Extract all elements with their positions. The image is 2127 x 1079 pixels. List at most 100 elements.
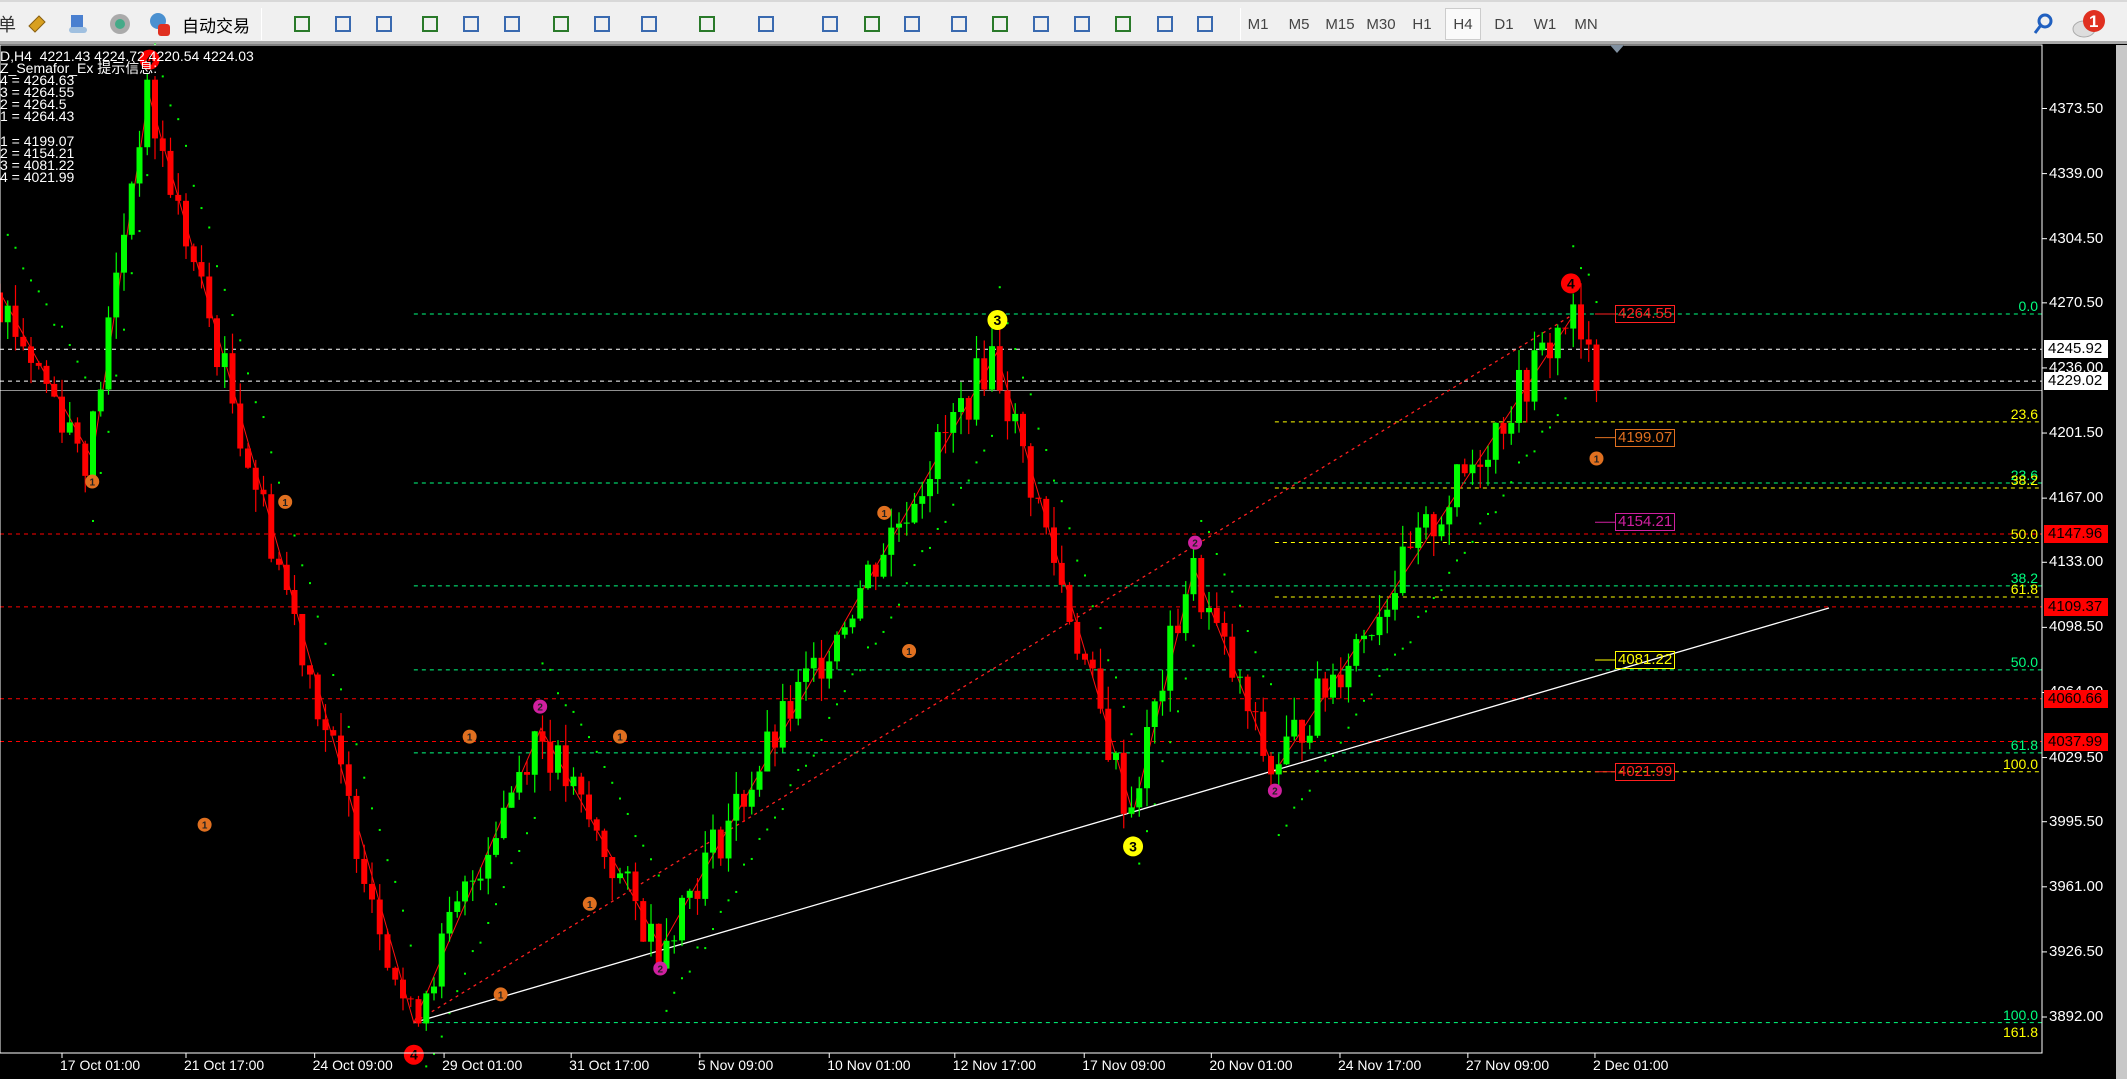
- candle-body: [865, 564, 871, 589]
- price-axis-label: 4339.00: [2049, 164, 2104, 182]
- sar-dot: [1587, 273, 1590, 276]
- sar-dot: [200, 207, 203, 210]
- candle-body: [128, 183, 135, 235]
- candle-body: [1330, 674, 1336, 698]
- sar-dot: [626, 812, 629, 815]
- sar-dot: [797, 768, 800, 771]
- trendline: [413, 313, 1575, 1024]
- sar-dot: [572, 710, 575, 713]
- candle-body: [717, 829, 724, 859]
- sar-dot: [1425, 610, 1427, 613]
- sar-dot: [805, 764, 807, 767]
- sar-dot: [882, 630, 885, 633]
- sar-dot: [867, 646, 869, 649]
- candle-body: [1361, 635, 1367, 640]
- sar-dot: [929, 546, 931, 549]
- price-label-box: 4199.07: [1615, 428, 1676, 447]
- candle-body: [1283, 736, 1290, 765]
- time-axis-label: 20 Nov 01:00: [1209, 1057, 1293, 1073]
- candle-body: [1268, 755, 1274, 775]
- candle-body: [1353, 639, 1360, 666]
- sar-dot: [30, 279, 32, 282]
- sar-dot: [1254, 651, 1257, 654]
- sar-dot: [1022, 376, 1024, 379]
- price-axis-label: 4373.50: [2049, 99, 2104, 117]
- candle-body: [609, 857, 616, 879]
- sar-dot: [293, 534, 296, 537]
- candle-body: [1306, 735, 1313, 743]
- candle-body: [1423, 514, 1429, 528]
- sar-dot: [727, 899, 730, 902]
- sar-dot: [223, 288, 226, 291]
- price-axis-label: 3892.00: [2049, 1008, 2104, 1025]
- sar-dot: [1177, 710, 1179, 713]
- candle-body: [1229, 636, 1236, 678]
- chart-frame: [0, 44, 2043, 1054]
- sar-dot: [1076, 559, 1079, 562]
- sar-dot: [611, 781, 614, 784]
- candle-body: [1578, 304, 1584, 340]
- candle-body: [593, 819, 600, 831]
- candle-body: [950, 412, 957, 433]
- candle-body: [190, 246, 197, 263]
- candle-body: [531, 731, 538, 775]
- time-axis-label: 10 Nov 01:00: [827, 1057, 911, 1073]
- candle-body: [82, 443, 89, 476]
- fib-level-label: 50.0: [2010, 526, 2038, 543]
- sar-dot: [1440, 589, 1443, 592]
- candle-body: [353, 795, 360, 859]
- candle-body: [221, 353, 228, 368]
- sar-dot: [169, 104, 172, 107]
- candle-body: [1097, 668, 1104, 709]
- sar-dot: [657, 874, 660, 877]
- sar-dot: [619, 797, 621, 800]
- candle-body: [748, 789, 755, 807]
- candle-body: [1128, 807, 1135, 814]
- sar-dot: [1060, 500, 1063, 503]
- sar-dot: [983, 449, 986, 452]
- sar-dot: [936, 527, 939, 530]
- candle-body: [144, 79, 151, 148]
- candle-body: [1291, 719, 1298, 737]
- time-axis-label: 27 Nov 09:00: [1465, 1057, 1550, 1073]
- sar-dot: [564, 704, 567, 707]
- sar-dot: [774, 816, 776, 819]
- candle-body: [1151, 701, 1158, 728]
- price-axis-label: 4304.50: [2049, 229, 2104, 247]
- sar-dot: [712, 928, 714, 931]
- sar-dot: [1308, 789, 1311, 792]
- candle-body: [369, 883, 375, 900]
- candle-body: [1043, 498, 1050, 528]
- semafor-marker-number: 1: [89, 478, 95, 489]
- candle-body: [59, 396, 65, 433]
- candle-body: [175, 194, 182, 201]
- sar-dot: [642, 844, 645, 847]
- sar-dot: [1347, 726, 1350, 729]
- sar-dot: [464, 972, 466, 975]
- sar-dot: [14, 246, 17, 249]
- sar-dot: [355, 743, 358, 746]
- candle-body: [679, 897, 685, 941]
- candle-body: [152, 79, 158, 139]
- candle-body: [803, 668, 809, 682]
- sar-dot: [588, 736, 590, 739]
- candle-body: [1144, 727, 1150, 789]
- candle-body: [1477, 464, 1484, 467]
- sar-dot: [650, 858, 652, 861]
- candle-body: [896, 523, 902, 528]
- candle-body: [446, 911, 453, 934]
- semafor-marker-number: 4: [1567, 275, 1575, 291]
- sar-dot: [378, 828, 381, 831]
- fib-level-label: 61.8: [2010, 580, 2038, 597]
- candle-body: [338, 735, 344, 765]
- price-label-box: 4021.99: [1615, 762, 1676, 781]
- semafor-marker-number: 1: [467, 733, 473, 744]
- semafor-marker-number: 1: [587, 900, 593, 911]
- sar-dot: [1316, 770, 1319, 773]
- candle-body: [500, 807, 507, 839]
- sar-dot: [836, 703, 838, 706]
- candle-body: [818, 657, 825, 679]
- candle-body: [710, 829, 716, 853]
- time-axis-label: 17 Oct 01:00: [60, 1057, 141, 1073]
- candle-body: [834, 634, 840, 662]
